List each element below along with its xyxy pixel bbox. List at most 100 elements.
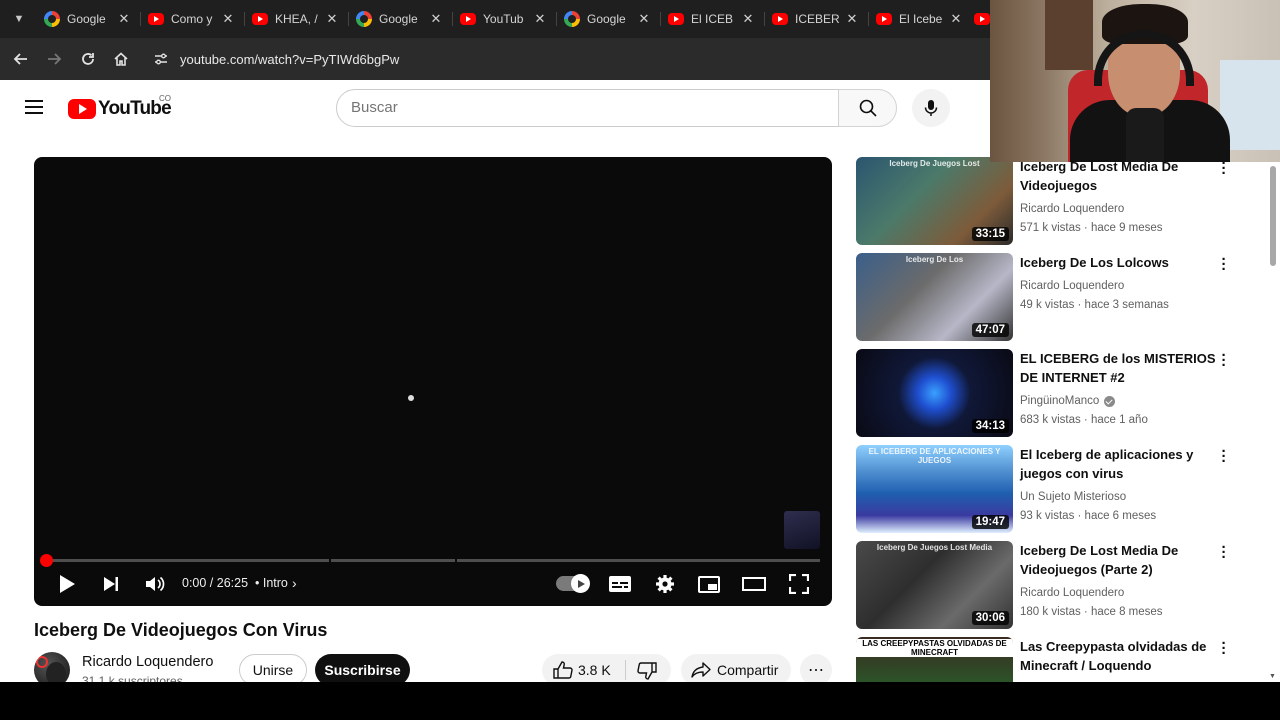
browser-address-bar: youtube.com/watch?v=PyTIWd6bgPw bbox=[0, 38, 990, 80]
scrollbar-thumb[interactable] bbox=[1270, 166, 1276, 266]
more-vertical-icon[interactable]: · · · bbox=[1220, 444, 1228, 469]
more-vertical-icon[interactable]: · · · bbox=[1220, 252, 1228, 277]
recommendation-title[interactable]: Iceberg De Lost Media De Videojuegos bbox=[1020, 157, 1230, 195]
browser-tab-partial[interactable] bbox=[974, 6, 990, 32]
reload-icon[interactable] bbox=[77, 48, 99, 70]
thumbnail-text: EL ICEBERG DE APLICACIONES Y JUEGOS bbox=[868, 447, 1001, 465]
chapter-separator: • bbox=[255, 576, 260, 590]
recommendation-card[interactable]: Iceberg De Los 47:07 Iceberg De Los Lolcow… bbox=[856, 252, 1246, 343]
omnibox[interactable]: youtube.com/watch?v=PyTIWd6bgPw bbox=[146, 44, 982, 74]
browser-tab[interactable]: Google ✕ bbox=[44, 6, 132, 32]
tab-separator bbox=[764, 12, 765, 26]
recommendation-title[interactable]: Las Creepypasta olvidadas de Minecraft /… bbox=[1020, 637, 1230, 675]
recommendation-title[interactable]: El Iceberg de aplicaciones y juegos con … bbox=[1020, 445, 1230, 483]
close-tab-icon[interactable]: ✕ bbox=[740, 11, 756, 27]
recommendation-thumbnail[interactable]: Iceberg De Los 47:07 bbox=[856, 253, 1013, 341]
scrubber-handle[interactable] bbox=[40, 554, 53, 567]
video-player[interactable]: 0:00 / 26:25 • Intro › bbox=[34, 157, 832, 606]
recommendation-title[interactable]: EL ICEBERG de los MISTERIOS DE INTERNET … bbox=[1020, 349, 1230, 387]
more-vertical-icon[interactable]: · · · bbox=[1220, 636, 1228, 661]
miniplayer-button[interactable] bbox=[696, 571, 722, 597]
dislike-icon[interactable] bbox=[637, 662, 657, 680]
more-horizontal-icon: ⋯ bbox=[808, 662, 824, 679]
channel-name-text: Ricardo Loquendero bbox=[1020, 587, 1125, 599]
site-settings-icon[interactable] bbox=[154, 52, 168, 66]
theater-mode-button[interactable] bbox=[741, 571, 767, 597]
recommendation-thumbnail[interactable]: Iceberg De Juegos Lost 33:15 bbox=[856, 157, 1013, 245]
recommendation-title[interactable]: Iceberg De Los Lolcows bbox=[1020, 253, 1230, 272]
search-input[interactable] bbox=[351, 99, 811, 116]
search-box[interactable] bbox=[336, 89, 839, 127]
fullscreen-icon bbox=[789, 574, 809, 594]
more-vertical-icon[interactable]: · · · bbox=[1220, 156, 1228, 181]
like-icon[interactable] bbox=[553, 661, 573, 679]
tab-title: ICEBER bbox=[795, 12, 840, 26]
recommendation-title[interactable]: Iceberg De Lost Media De Videojuegos (Pa… bbox=[1020, 541, 1230, 579]
chapter-marker bbox=[455, 559, 457, 562]
recommendation-channel[interactable]: Ricardo Loquendero bbox=[1020, 280, 1124, 292]
close-tab-icon[interactable]: ✕ bbox=[324, 11, 340, 27]
next-icon bbox=[104, 577, 118, 591]
google-icon bbox=[564, 11, 580, 27]
recommendation-card[interactable]: EL ICEBERG DE APLICACIONES Y JUEGOS 19:47… bbox=[856, 444, 1246, 535]
browser-tab[interactable]: YouTub ✕ bbox=[460, 6, 548, 32]
autoplay-toggle[interactable] bbox=[556, 574, 590, 593]
recommendation-card[interactable]: Iceberg De Juegos Lost 33:15 Iceberg De Lo… bbox=[856, 156, 1246, 247]
browser-tab[interactable]: Google ✕ bbox=[564, 6, 652, 32]
close-tab-icon[interactable]: ✕ bbox=[948, 11, 964, 27]
google-icon bbox=[356, 11, 372, 27]
search-button[interactable] bbox=[838, 89, 897, 127]
youtube-logo[interactable]: YouTube bbox=[68, 98, 172, 120]
scroll-down-icon[interactable]: ▼ bbox=[1269, 673, 1277, 680]
recommendation-card[interactable]: 34:13 EL ICEBERG de los MISTERIOS DE INTE… bbox=[856, 348, 1246, 439]
close-tab-icon[interactable]: ✕ bbox=[636, 11, 652, 27]
volume-button[interactable] bbox=[142, 571, 168, 597]
voice-search-button[interactable] bbox=[912, 89, 950, 127]
menu-icon[interactable] bbox=[25, 100, 43, 114]
recommendation-meta: 49 k vistas · hace 3 semanas bbox=[1020, 299, 1169, 311]
close-tab-icon[interactable]: ✕ bbox=[844, 11, 860, 27]
video-duration: 33:15 bbox=[971, 227, 1009, 241]
url-text[interactable]: youtube.com/watch?v=PyTIWd6bgPw bbox=[180, 52, 399, 67]
tab-search-icon[interactable]: ▼ bbox=[8, 8, 30, 30]
browser-tab[interactable]: El Icebe ✕ bbox=[876, 6, 964, 32]
autoplay-knob bbox=[571, 574, 590, 593]
recommendation-card[interactable]: Iceberg De Juegos Lost Media 30:06 Iceberg… bbox=[856, 540, 1246, 631]
recommendation-channel[interactable]: Ricardo Loquendero bbox=[1020, 203, 1124, 215]
recommendation-thumbnail[interactable]: Iceberg De Juegos Lost Media 30:06 bbox=[856, 541, 1013, 629]
subtitles-button[interactable] bbox=[607, 571, 633, 597]
home-icon[interactable] bbox=[110, 48, 132, 70]
close-tab-icon[interactable]: ✕ bbox=[532, 11, 548, 27]
recommendation-channel[interactable]: Ricardo Loquendero bbox=[1020, 587, 1124, 599]
youtube-icon bbox=[668, 13, 684, 25]
search-icon bbox=[859, 99, 877, 117]
next-button[interactable] bbox=[98, 571, 124, 597]
chapter-title[interactable]: • Intro bbox=[255, 576, 288, 590]
progress-bar[interactable] bbox=[46, 559, 820, 562]
browser-tab[interactable]: KHEA, / ✕ bbox=[252, 6, 340, 32]
more-vertical-icon[interactable]: · · · bbox=[1220, 348, 1228, 373]
browser-tab[interactable]: ICEBER ✕ bbox=[772, 6, 860, 32]
settings-button[interactable] bbox=[652, 571, 678, 597]
recommendation-channel[interactable]: PingüinoManco bbox=[1020, 395, 1116, 407]
close-tab-icon[interactable]: ✕ bbox=[220, 11, 236, 27]
browser-tab[interactable]: Como y ✕ bbox=[148, 6, 236, 32]
play-button[interactable] bbox=[54, 571, 80, 597]
youtube-icon bbox=[148, 13, 164, 25]
back-icon[interactable] bbox=[10, 48, 32, 70]
browser-tab[interactable]: El ICEB ✕ bbox=[668, 6, 756, 32]
recommendation-channel[interactable]: Un Sujeto Misterioso bbox=[1020, 491, 1126, 503]
channel-watermark[interactable] bbox=[784, 511, 820, 549]
fullscreen-button[interactable] bbox=[786, 571, 812, 597]
close-tab-icon[interactable]: ✕ bbox=[428, 11, 444, 27]
recommendation-thumbnail[interactable]: 34:13 bbox=[856, 349, 1013, 437]
sidebar-scrollbar[interactable]: ▼ bbox=[1266, 162, 1280, 682]
recommendation-thumbnail[interactable]: EL ICEBERG DE APLICACIONES Y JUEGOS 19:47 bbox=[856, 445, 1013, 533]
forward-icon[interactable] bbox=[43, 48, 65, 70]
channel-name[interactable]: Ricardo Loquendero bbox=[82, 654, 213, 670]
like-count[interactable]: 3.8 K bbox=[578, 662, 611, 678]
close-tab-icon[interactable]: ✕ bbox=[116, 11, 132, 27]
browser-tab[interactable]: Google ✕ bbox=[356, 6, 444, 32]
chevron-right-icon[interactable]: › bbox=[292, 575, 297, 591]
more-vertical-icon[interactable]: · · · bbox=[1220, 540, 1228, 565]
